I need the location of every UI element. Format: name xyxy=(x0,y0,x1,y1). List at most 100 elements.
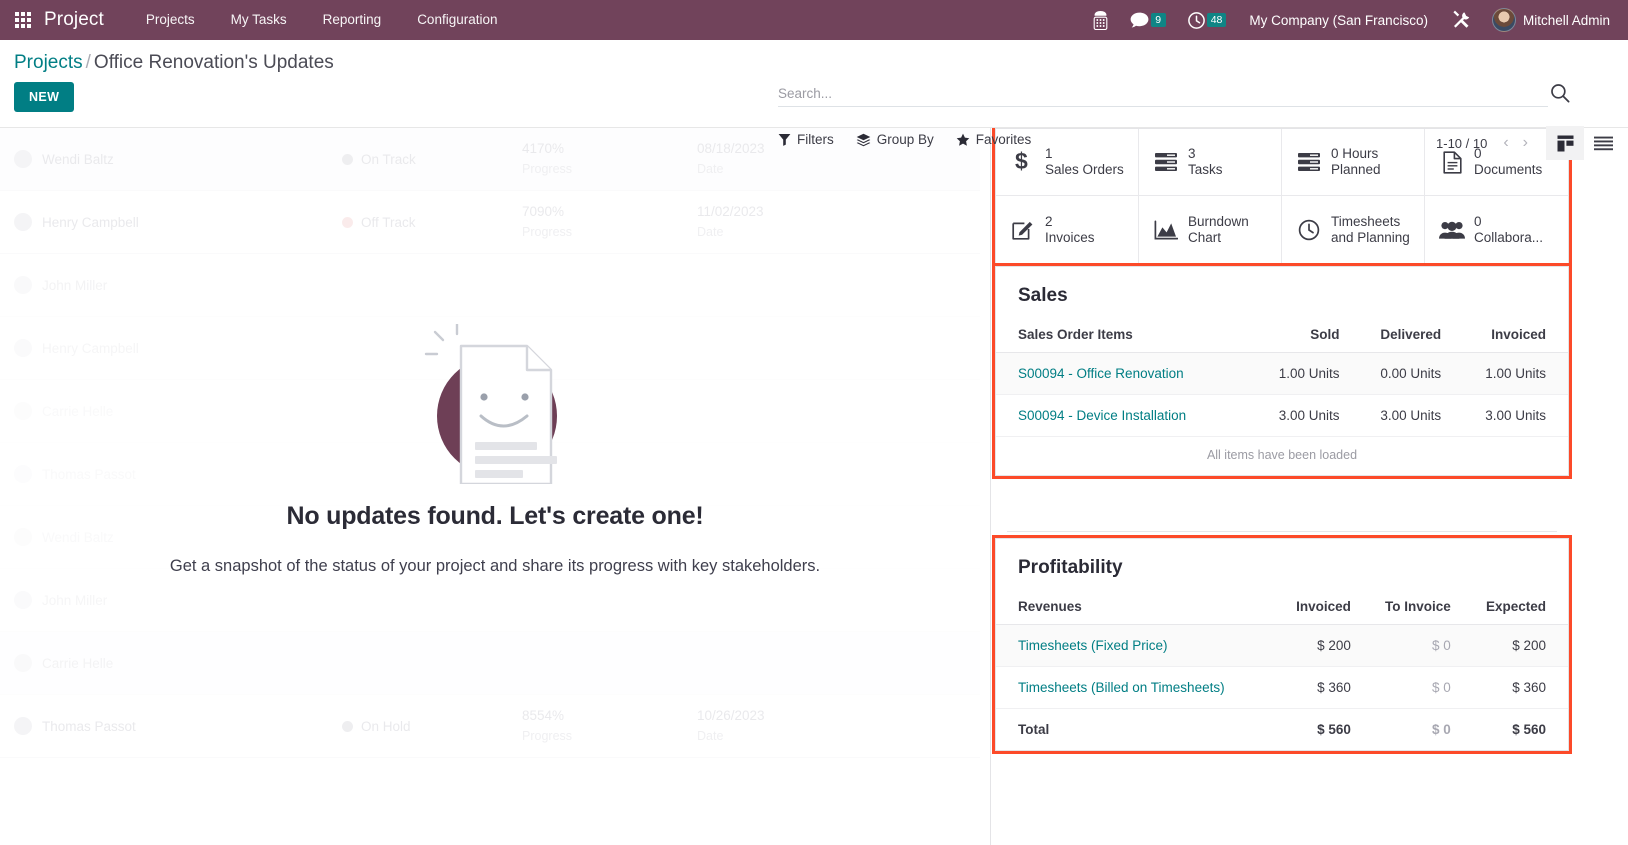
sales-item-link[interactable]: S00094 - Device Installation xyxy=(996,394,1248,437)
table-row[interactable]: Timesheets (Billed on Timesheets) $ 360 … xyxy=(996,666,1568,709)
chat-bubble-icon xyxy=(1130,12,1149,27)
apps-grid-icon[interactable] xyxy=(6,0,40,40)
navbar-systray: 9 48 My Company (San Francisco) Mitchell… xyxy=(1082,0,1628,40)
top-navbar: Project Projects My Tasks Reporting Conf… xyxy=(0,0,1628,40)
table-row[interactable]: S00094 - Device Installation 3.00 Units … xyxy=(996,394,1568,437)
filters-label: Filters xyxy=(797,132,834,147)
stat-button-text: 1 Sales Orders xyxy=(1045,146,1124,177)
profitability-card-title: Profitability xyxy=(1018,557,1123,578)
pencil-square-icon xyxy=(1010,219,1036,241)
phone-keypad-icon xyxy=(1093,10,1108,30)
tools-icon xyxy=(1453,10,1470,28)
filters-button[interactable]: Filters xyxy=(778,132,834,147)
menu-item-projects[interactable]: Projects xyxy=(128,0,213,40)
column-header-invoiced: Invoiced xyxy=(1273,585,1361,625)
sales-card-title: Sales xyxy=(1018,285,1068,306)
revenue-to-invoice-value: $ 0 xyxy=(1360,666,1461,709)
breadcrumb-row: Projects / Office Renovation's Updates xyxy=(0,40,1628,74)
debug-menu-button[interactable] xyxy=(1440,0,1482,40)
table-row[interactable]: S00094 - Office Renovation 1.00 Units 0.… xyxy=(996,352,1568,395)
breadcrumb: Projects / Office Renovation's Updates xyxy=(14,52,1628,74)
table-header-row: Sales Order Items Sold Delivered Invoice… xyxy=(996,313,1568,353)
area-chart-icon xyxy=(1153,220,1179,240)
company-switcher[interactable]: My Company (San Francisco) xyxy=(1237,13,1440,28)
column-header-invoiced: Invoiced xyxy=(1451,313,1568,353)
messages-button[interactable]: 9 xyxy=(1119,0,1177,40)
pager-previous-button[interactable]: ‹ xyxy=(1497,132,1514,154)
kanban-view-icon xyxy=(1557,135,1573,151)
revenue-expected-value: $ 200 xyxy=(1460,624,1568,667)
activities-count-badge: 48 xyxy=(1206,13,1227,27)
stat-button-text: Burndown Chart xyxy=(1188,213,1249,245)
main-menu: Projects My Tasks Reporting Configuratio… xyxy=(128,0,516,40)
profitability-table: Revenues Invoiced To Invoice Expected Ti… xyxy=(996,585,1568,750)
app-brand-title[interactable]: Project xyxy=(44,9,104,31)
dollar-icon: $ xyxy=(1010,150,1036,174)
sales-sold-value: 3.00 Units xyxy=(1247,394,1350,437)
menu-item-reporting[interactable]: Reporting xyxy=(305,0,400,40)
menu-item-configuration[interactable]: Configuration xyxy=(399,0,515,40)
users-group-icon xyxy=(1439,220,1465,239)
sales-delivered-value: 3.00 Units xyxy=(1349,394,1452,437)
smiling-document-icon xyxy=(415,323,575,486)
revenue-expected-value: $ 360 xyxy=(1460,666,1568,709)
svg-text:$: $ xyxy=(1015,150,1028,174)
stat-button-text: 0 Collabora... xyxy=(1474,213,1544,245)
view-switcher xyxy=(1546,126,1622,160)
stat-button-text: Timesheets and Planning xyxy=(1331,213,1410,245)
clock-icon xyxy=(1187,11,1205,29)
breadcrumb-separator: / xyxy=(85,52,91,73)
empty-state: No updates found. Let's create one! Get … xyxy=(0,128,990,845)
project-side-panel: $ 1 Sales Orders 3 Tasks 0 Hours Planned… xyxy=(990,125,1628,845)
group-by-label: Group By xyxy=(876,132,934,147)
sales-loaded-note: All items have been loaded xyxy=(1206,448,1358,462)
stat-button-text: 2 Invoices xyxy=(1045,213,1095,245)
group-by-button[interactable]: Group By xyxy=(856,132,934,147)
stat-button-invoices[interactable]: 2 Invoices xyxy=(996,196,1139,263)
planned-list-icon xyxy=(1296,153,1322,171)
search-button[interactable] xyxy=(1550,83,1570,106)
sales-item-link[interactable]: S00094 - Office Renovation xyxy=(996,352,1248,395)
breadcrumb-link-projects[interactable]: Projects xyxy=(14,52,83,73)
search-view xyxy=(778,84,1570,107)
search-icon xyxy=(1551,84,1570,103)
column-header-delivered: Delivered xyxy=(1349,313,1452,353)
voip-button[interactable] xyxy=(1082,0,1119,40)
sales-invoiced-value: 3.00 Units xyxy=(1451,394,1568,437)
profitability-card: Profitability Revenues Invoiced To Invoi… xyxy=(992,535,1572,754)
stat-button-burndown-chart[interactable]: Burndown Chart xyxy=(1139,196,1282,263)
sales-delivered-value: 0.00 Units xyxy=(1349,352,1452,395)
table-total-row: Total $ 560 $ 0 $ 560 xyxy=(996,709,1568,751)
empty-state-title: No updates found. Let's create one! xyxy=(286,502,704,530)
pager-and-views: 1-10 / 10 ‹ › xyxy=(1436,126,1622,160)
pager-next-button[interactable]: › xyxy=(1517,132,1534,154)
favorites-button[interactable]: Favorites xyxy=(956,132,1031,147)
breadcrumb-current: Office Renovation's Updates xyxy=(93,52,334,73)
view-switcher-kanban[interactable] xyxy=(1546,126,1584,160)
column-header-expected: Expected xyxy=(1460,585,1568,625)
revenue-invoiced-value: $ 360 xyxy=(1273,666,1361,709)
search-input-row xyxy=(778,84,1570,107)
list-view-icon xyxy=(1593,136,1613,150)
section-divider xyxy=(1007,531,1557,532)
sales-card: Sales Sales Order Items Sold Delivered I… xyxy=(992,263,1572,479)
main-content: Wendi Baltz On Track 4170% Progress 08/18… xyxy=(0,125,1628,845)
activities-button[interactable]: 48 xyxy=(1177,0,1238,40)
new-button[interactable]: NEW xyxy=(14,82,75,112)
revenue-line-link[interactable]: Timesheets (Billed on Timesheets) xyxy=(996,666,1274,709)
column-header-sales-order-items: Sales Order Items xyxy=(996,313,1248,353)
stat-button-collaborators[interactable]: 0 Collabora... xyxy=(1425,196,1568,263)
table-row[interactable]: Timesheets (Fixed Price) $ 200 $ 0 $ 200 xyxy=(996,624,1568,667)
user-menu[interactable]: Mitchell Admin xyxy=(1482,8,1618,32)
menu-item-my-tasks[interactable]: My Tasks xyxy=(213,0,305,40)
avatar xyxy=(1491,8,1516,32)
view-switcher-list[interactable] xyxy=(1584,126,1622,160)
column-header-revenues: Revenues xyxy=(996,585,1274,625)
control-panel: Projects / Office Renovation's Updates NEW… xyxy=(0,40,1628,160)
stat-button-timesheets-planning[interactable]: Timesheets and Planning xyxy=(1282,196,1425,263)
stat-button-text: 3 Tasks xyxy=(1188,146,1223,177)
revenue-line-link[interactable]: Timesheets (Fixed Price) xyxy=(996,624,1274,667)
search-input[interactable] xyxy=(778,86,1548,101)
star-icon xyxy=(956,133,970,146)
sales-table: Sales Order Items Sold Delivered Invoice… xyxy=(996,313,1568,437)
